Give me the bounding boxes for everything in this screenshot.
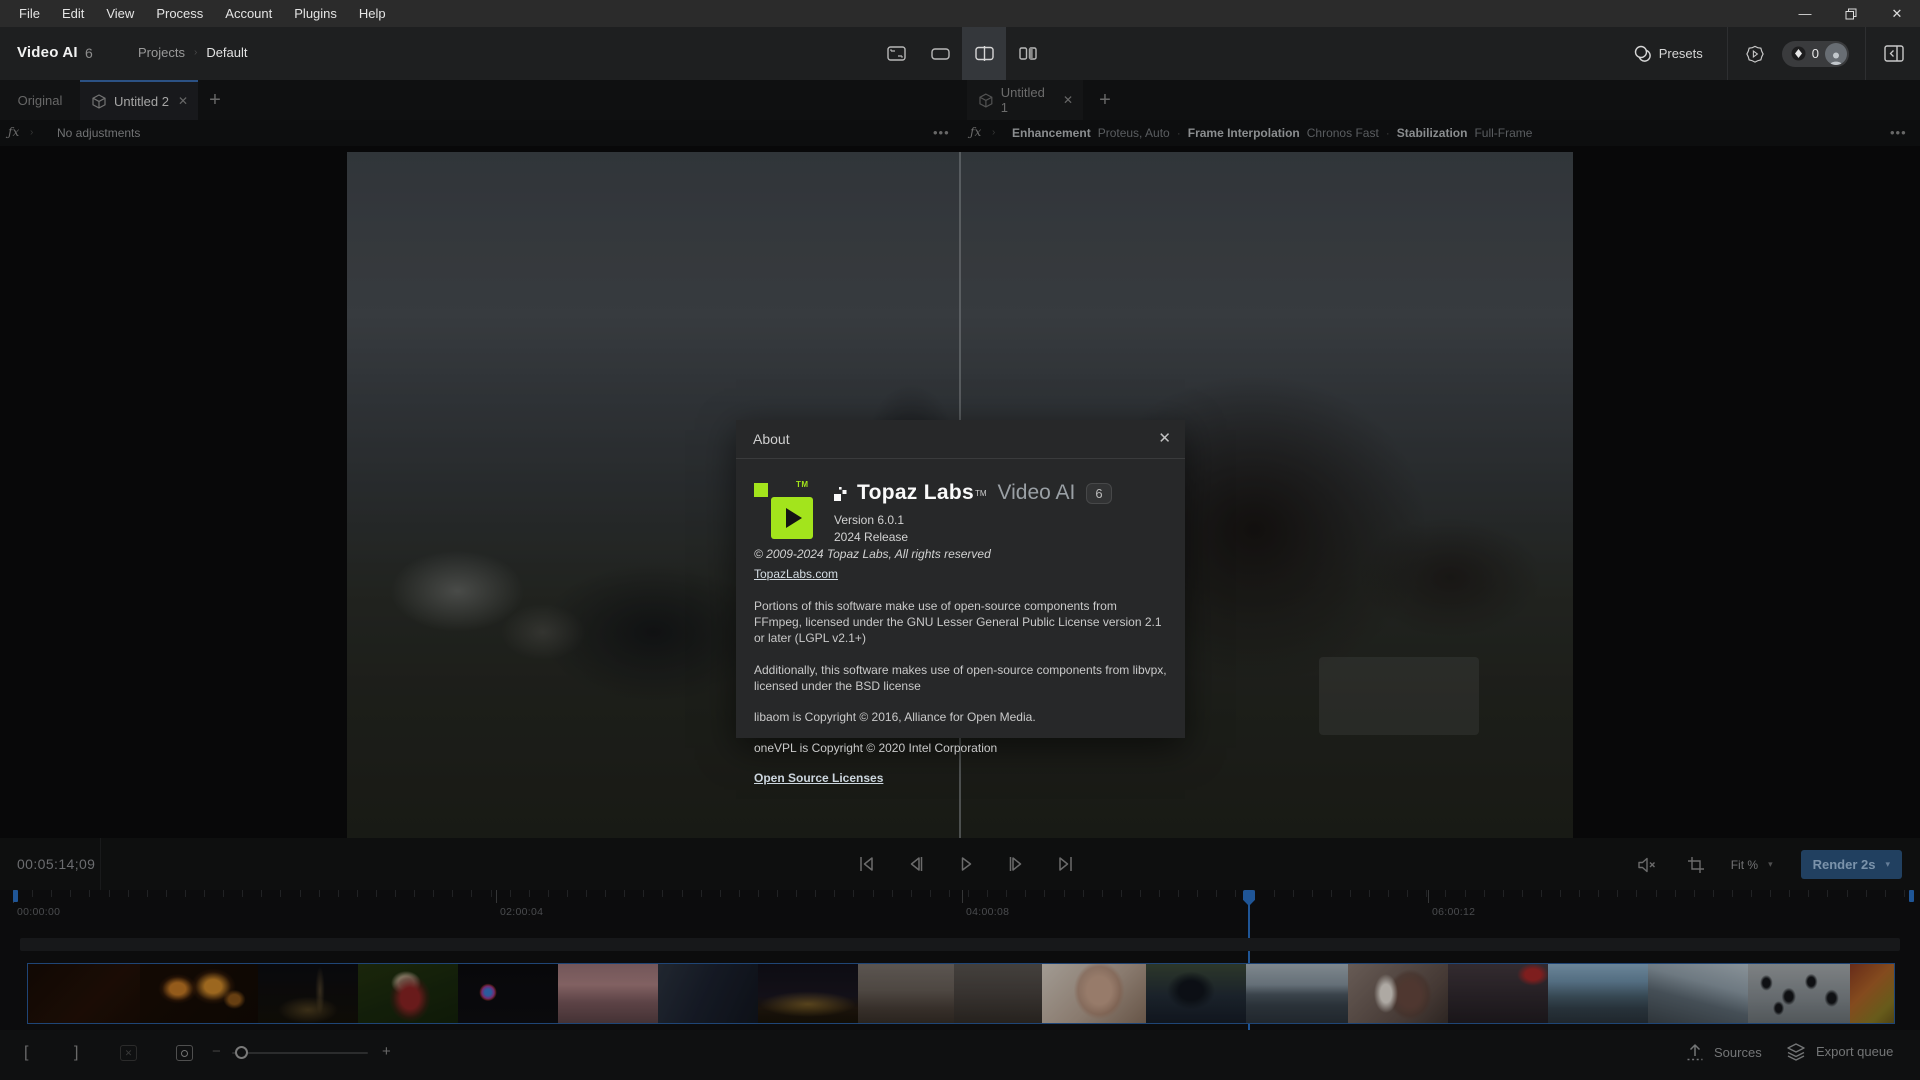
restore-button[interactable]	[1828, 0, 1874, 27]
license-paragraph: libaom is Copyright © 2016, Alliance for…	[754, 709, 1167, 725]
logo-tm-label: TM	[796, 480, 809, 489]
play-triangle-icon	[786, 508, 802, 528]
header-separator	[1865, 27, 1866, 80]
about-dialog-header: About ✕	[736, 420, 1185, 459]
split-view-icon	[975, 46, 994, 61]
product-name: Video AI	[998, 481, 1076, 505]
menu-bar: File Edit View Process Account Plugins H…	[0, 0, 1920, 27]
presets-icon	[1634, 45, 1651, 62]
single-view-icon	[931, 48, 950, 60]
release-line: 2024 Release	[754, 529, 1167, 546]
panel-toggle-icon	[1884, 45, 1904, 62]
view-mode-side-by-side-button[interactable]	[1006, 27, 1050, 80]
view-mode-fullscreen-button[interactable]	[874, 27, 918, 80]
about-dialog-title: About	[753, 431, 790, 447]
credits-icon	[1791, 46, 1806, 61]
view-mode-single-button[interactable]	[918, 27, 962, 80]
side-panel-toggle-button[interactable]	[1884, 45, 1904, 62]
version-badge: 6	[1086, 483, 1111, 504]
presets-label: Presets	[1659, 46, 1703, 61]
license-paragraph: Additionally, this software makes use of…	[754, 662, 1167, 694]
license-paragraph: oneVPL is Copyright © 2020 Intel Corpora…	[754, 740, 1167, 756]
brand-trademark: TM	[975, 489, 987, 498]
topaz-logo: TM	[754, 480, 814, 540]
menu-account[interactable]: Account	[214, 0, 283, 27]
topazlabs-link[interactable]: TopazLabs.com	[754, 567, 838, 581]
about-close-icon[interactable]: ✕	[1158, 429, 1171, 447]
header-right-controls: Presets 0	[1634, 27, 1920, 80]
app-title: Video AI	[17, 44, 78, 61]
restore-icon	[1845, 8, 1857, 20]
minimize-button[interactable]: —	[1782, 0, 1828, 27]
gear-icon	[1746, 45, 1764, 63]
menu-file[interactable]: File	[8, 0, 51, 27]
about-dialog-body: TM Topaz Labs TM Video AI 6 Version 6.0.…	[736, 459, 1185, 787]
logo-square-play	[771, 497, 813, 539]
menu-help[interactable]: Help	[348, 0, 397, 27]
window-controls: — ✕	[1782, 0, 1920, 27]
side-by-side-view-icon	[1019, 47, 1037, 60]
topaz-pixel-mark-icon	[834, 486, 849, 501]
version-line: Version 6.0.1	[754, 512, 1167, 529]
breadcrumb: Projects › Default	[138, 45, 248, 60]
breadcrumb-separator: ›	[194, 47, 197, 58]
about-dialog: About ✕ TM Topaz Labs TM Video AI 6 Vers…	[736, 420, 1185, 738]
logo-square-small	[754, 483, 768, 497]
menu-plugins[interactable]: Plugins	[283, 0, 348, 27]
brand-row: Topaz Labs TM Video AI 6	[834, 480, 1167, 505]
user-icon	[1828, 51, 1844, 65]
view-mode-split-button[interactable]	[962, 27, 1006, 80]
open-source-licenses-link[interactable]: Open Source Licenses	[754, 771, 883, 785]
menu-process[interactable]: Process	[145, 0, 214, 27]
copyright-line: © 2009-2024 Topaz Labs, All rights reser…	[754, 546, 1167, 563]
credits-pill[interactable]: 0	[1782, 41, 1849, 67]
header-separator	[1727, 27, 1728, 80]
credits-count: 0	[1812, 46, 1819, 61]
menu-edit[interactable]: Edit	[51, 0, 95, 27]
brand-name: Topaz Labs	[857, 481, 974, 505]
app-version: 6	[85, 45, 93, 61]
breadcrumb-current[interactable]: Default	[206, 45, 247, 60]
presets-button[interactable]: Presets	[1634, 45, 1703, 62]
app-header: Video AI 6 Projects › Default	[0, 27, 1920, 80]
avatar[interactable]	[1825, 43, 1847, 65]
breadcrumb-projects[interactable]: Projects	[138, 45, 185, 60]
menu-view[interactable]: View	[95, 0, 145, 27]
license-paragraph: Portions of this software make use of op…	[754, 598, 1167, 647]
fullscreen-view-icon	[887, 46, 906, 61]
view-mode-toggles	[874, 27, 1050, 80]
close-button[interactable]: ✕	[1874, 0, 1920, 27]
settings-button[interactable]	[1746, 45, 1764, 63]
